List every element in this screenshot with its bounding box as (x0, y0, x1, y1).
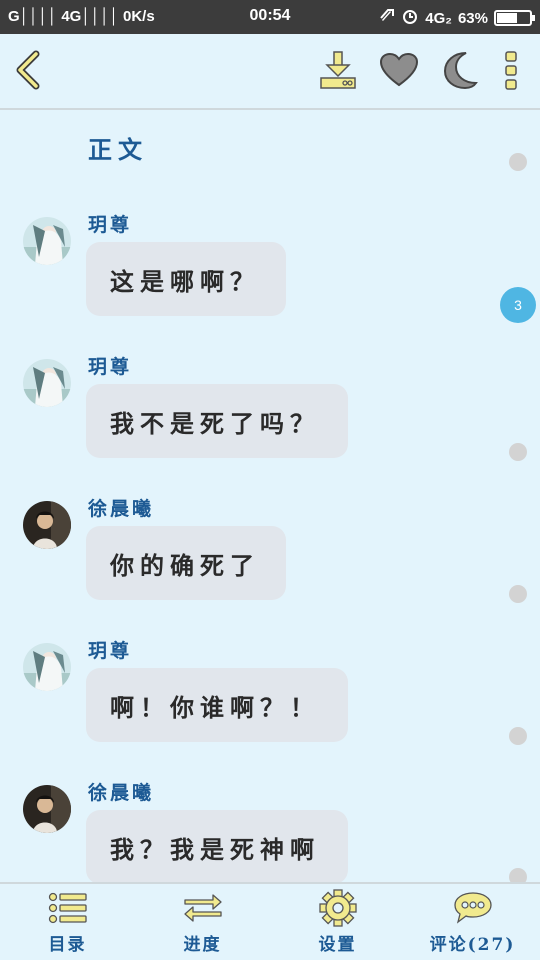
paragraph-comment-dot[interactable] (509, 868, 527, 882)
alarm-icon (401, 7, 419, 29)
more-vertical-icon (504, 50, 518, 94)
message-bubble: 这是哪啊？ (86, 242, 286, 316)
night-mode-button[interactable] (434, 34, 484, 110)
avatar[interactable] (23, 501, 71, 549)
avatar[interactable] (23, 785, 71, 833)
paragraph-comment-dot[interactable] (509, 727, 527, 745)
message-bubble: 你的确死了 (86, 526, 286, 600)
nav-catalog[interactable]: 目录 (0, 884, 135, 960)
chevron-left-icon (14, 50, 42, 94)
chapter-content[interactable]: 正文 玥尊 这是哪啊？ 3 玥尊 我不是死了吗？ 徐晨曦 你的确死了 玥尊 啊！… (0, 112, 540, 882)
chat-message: 玥尊 这是哪啊？ 3 (0, 188, 540, 330)
download-icon (317, 50, 359, 94)
nav-comments[interactable]: 评论(27) (405, 884, 540, 960)
more-button[interactable] (494, 34, 528, 110)
sender-name: 玥尊 (88, 356, 133, 378)
sender-name: 徐晨曦 (88, 782, 155, 804)
nav-label: 目录 (48, 935, 87, 955)
chat-message: 玥尊 啊！你谁啊？！ (0, 614, 540, 756)
chat-message: 徐晨曦 我？我是死神啊 (0, 756, 540, 882)
avatar[interactable] (23, 359, 71, 407)
nav-label: 设置 (318, 935, 357, 955)
message-bubble: 我？我是死神啊 (86, 810, 348, 882)
favorite-button[interactable] (374, 34, 424, 110)
reader-bottom-nav: 目录 进度 设置 评论(27) (0, 882, 540, 960)
sender-name: 徐晨曦 (88, 498, 155, 520)
chat-message: 徐晨曦 你的确死了 (0, 472, 540, 614)
battery-icon (494, 10, 535, 26)
status-bar: G││││ 4G││││ 0K/s 00:54 4G₂ 63% (0, 0, 540, 34)
nav-settings[interactable]: 设置 (270, 884, 405, 960)
list-icon (48, 892, 88, 928)
paragraph-comment-dot[interactable] (509, 443, 527, 461)
message-bubble: 啊！你谁啊？！ (86, 668, 348, 742)
heart-icon (379, 52, 419, 92)
nav-label: 评论(27) (429, 935, 516, 955)
swap-arrows-icon (183, 892, 223, 928)
nav-progress[interactable]: 进度 (135, 884, 270, 960)
comment-count-badge[interactable]: 3 (500, 287, 536, 323)
nav-label: 进度 (183, 935, 222, 955)
download-button[interactable] (313, 34, 363, 110)
avatar[interactable] (23, 643, 71, 691)
chat-message: 玥尊 我不是死了吗？ (0, 330, 540, 472)
moon-icon (440, 50, 478, 94)
reader-toolbar (0, 34, 540, 110)
sender-name: 玥尊 (88, 640, 133, 662)
sender-name: 玥尊 (88, 214, 133, 236)
section-title: 正文 (88, 135, 148, 164)
avatar[interactable] (23, 217, 71, 265)
battery-percent: 63% (457, 9, 488, 27)
mute-icon (379, 8, 395, 28)
back-button[interactable] (6, 34, 50, 110)
message-bubble: 我不是死了吗？ (86, 384, 348, 458)
gear-icon (318, 889, 357, 931)
network-type: 4G₂ (425, 9, 452, 27)
comment-bubble-icon (453, 891, 493, 929)
paragraph-comment-dot[interactable] (509, 585, 527, 603)
paragraph-comment-dot[interactable] (509, 153, 527, 171)
